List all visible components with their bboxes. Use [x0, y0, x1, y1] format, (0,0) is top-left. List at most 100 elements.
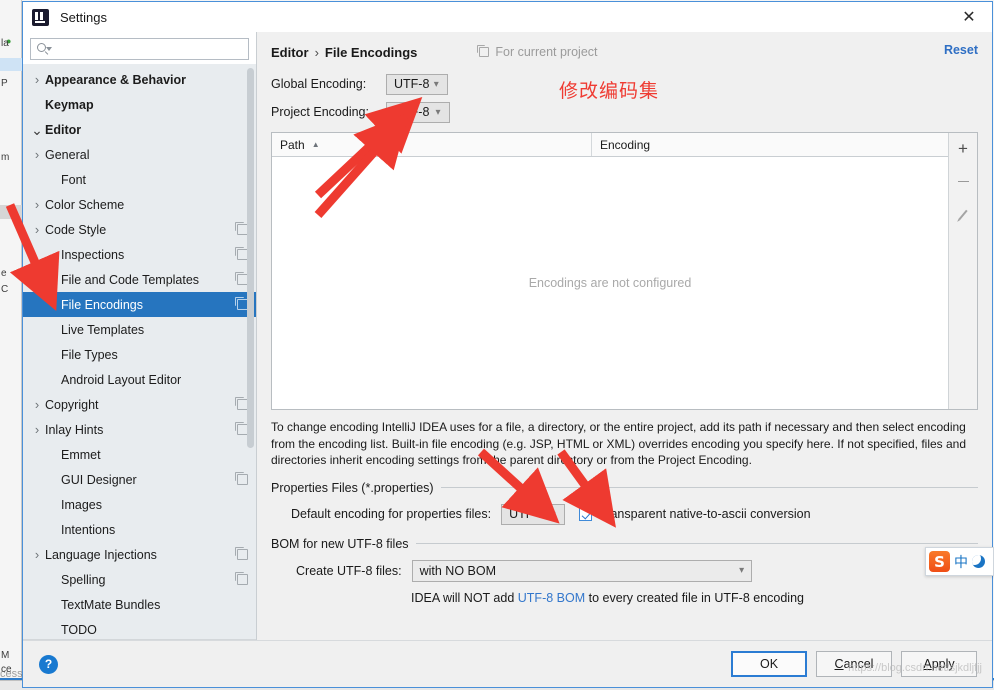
- dialog-body: › Appearance & Behavior Keymap ⌄ Editor › Gene…: [23, 32, 992, 640]
- create-utf8-dropdown[interactable]: with NO BOM ▾: [411, 559, 752, 582]
- breadcrumb-leaf: File Encodings: [324, 44, 418, 60]
- encodings-table-header: Path ▲ Encoding: [272, 133, 948, 157]
- column-header-path[interactable]: Path ▲: [272, 133, 592, 156]
- encodings-table-body[interactable]: Encodings are not configured: [272, 157, 948, 409]
- sidebar-item-label: Appearance & Behavior: [45, 72, 187, 87]
- settings-dialog: Settings ✕ › Appearance & Behavior Keymap ⌄…: [22, 1, 993, 688]
- search-input[interactable]: [50, 40, 248, 58]
- ok-button[interactable]: OK: [731, 651, 807, 677]
- chevron-right-icon[interactable]: ›: [29, 198, 45, 211]
- crescent-moon-icon[interactable]: [972, 555, 985, 568]
- sidebar-search-container: [23, 32, 256, 64]
- chevron-down-icon[interactable]: ⌄: [29, 123, 45, 137]
- copy-icon: [235, 547, 248, 560]
- chevron-right-icon[interactable]: ›: [29, 548, 45, 561]
- ime-mode-label[interactable]: 中: [954, 552, 968, 572]
- add-icon[interactable]: +: [951, 137, 975, 160]
- column-header-path-label: Path: [280, 137, 305, 152]
- sidebar-item-label: Live Templates: [61, 322, 145, 337]
- settings-tree[interactable]: › Appearance & Behavior Keymap ⌄ Editor › Gene…: [23, 64, 256, 639]
- sidebar-item-label: Spelling: [61, 572, 106, 587]
- chevron-right-icon[interactable]: ›: [29, 73, 45, 86]
- chevron-down-icon: ▾: [739, 565, 745, 576]
- sidebar-item-gui-designer[interactable]: GUI Designer: [23, 467, 256, 492]
- encodings-description: To change encoding IntelliJ IDEA uses fo…: [271, 420, 967, 467]
- sidebar-item-textmate-bundles[interactable]: TextMate Bundles: [23, 592, 256, 617]
- sidebar-item-android-layout-editor[interactable]: Android Layout Editor: [23, 367, 256, 392]
- sidebar-item-inspections[interactable]: Inspections: [23, 242, 256, 267]
- transparent-native-to-ascii-checkbox[interactable]: Transparent native-to-ascii conversion: [579, 507, 811, 521]
- project-encoding-dropdown[interactable]: UTF-8 ▾: [386, 101, 450, 123]
- close-icon[interactable]: ✕: [946, 2, 992, 32]
- breadcrumb-root[interactable]: Editor: [271, 45, 309, 60]
- sidebar-item-editor[interactable]: ⌄ Editor: [23, 117, 256, 142]
- sidebar-item-appearance-behavior[interactable]: › Appearance & Behavior: [23, 67, 256, 92]
- sidebar-item-font[interactable]: Font: [23, 167, 256, 192]
- bom-section-title: BOM for new UTF-8 files: [271, 536, 409, 551]
- chinese-annotation-note: 修改编码集: [559, 80, 660, 102]
- remove-icon[interactable]: [951, 170, 975, 193]
- column-header-encoding-label: Encoding: [600, 137, 651, 152]
- column-header-encoding[interactable]: Encoding: [592, 133, 948, 156]
- properties-files-section-title: Properties Files (*.properties): [271, 480, 434, 495]
- sidebar-item-live-templates[interactable]: Live Templates: [23, 317, 256, 342]
- sidebar-item-file-and-code-templates[interactable]: File and Code Templates: [23, 267, 256, 292]
- edit-pencil-icon[interactable]: [951, 203, 975, 226]
- sidebar-item-images[interactable]: Images: [23, 492, 256, 517]
- help-icon[interactable]: ?: [39, 654, 58, 674]
- create-utf8-value: with NO BOM: [419, 563, 496, 578]
- sidebar-item-intentions[interactable]: Intentions: [23, 517, 256, 542]
- sidebar-item-label: TextMate Bundles: [61, 597, 161, 612]
- properties-encoding-dropdown[interactable]: UTF-8 ▾: [501, 503, 566, 525]
- sidebar-item-emmet[interactable]: Emmet: [23, 442, 256, 467]
- chevron-right-icon[interactable]: ›: [29, 398, 45, 411]
- sogou-logo-icon: S: [929, 551, 950, 572]
- dialog-footer: ? OK Cancel Apply: [23, 640, 992, 687]
- sidebar-item-general[interactable]: › General: [23, 142, 256, 167]
- sogou-ime-bar[interactable]: S 中: [925, 547, 994, 576]
- copy-icon: [235, 572, 248, 585]
- project-encoding-label: Project Encoding:: [271, 105, 369, 119]
- section-divider: [415, 543, 978, 544]
- sidebar-item-label: TODO: [61, 622, 97, 637]
- sidebar-item-color-scheme[interactable]: › Color Scheme: [23, 192, 256, 217]
- dialog-title: Settings: [60, 9, 107, 25]
- background-left-strip: ● la P m e C M ce: [0, 0, 22, 690]
- watermark: https://blog.csdn.net/sjkdljfjj: [848, 662, 982, 674]
- sidebar-item-file-types[interactable]: File Types: [23, 342, 256, 367]
- global-encoding-value: UTF-8: [394, 77, 430, 91]
- sidebar-item-label: File and Code Templates: [61, 272, 200, 287]
- bom-note-suffix: to every created file in UTF-8 encoding: [585, 590, 804, 605]
- copy-icon: [477, 45, 490, 57]
- for-current-project-text: For current project: [495, 45, 598, 59]
- search-box[interactable]: [30, 38, 249, 60]
- sidebar-item-language-injections[interactable]: › Language Injections: [23, 542, 256, 567]
- background-text-fragment: e: [1, 268, 7, 279]
- chevron-right-icon[interactable]: ›: [29, 423, 45, 436]
- global-encoding-dropdown[interactable]: UTF-8 ▾: [386, 73, 448, 95]
- sidebar-item-label: Editor: [45, 122, 82, 137]
- checkbox-checked-icon: [579, 507, 593, 521]
- reset-link[interactable]: Reset: [944, 43, 978, 57]
- background-selected-row: [0, 58, 22, 71]
- chevron-right-icon[interactable]: ›: [29, 223, 45, 236]
- sidebar-item-keymap[interactable]: Keymap: [23, 92, 256, 117]
- sidebar-scrollbar[interactable]: [247, 68, 254, 448]
- sidebar-item-inlay-hints[interactable]: › Inlay Hints: [23, 417, 256, 442]
- breadcrumb-row: Editor › File Encodings For current projec…: [271, 34, 978, 70]
- sidebar-item-copyright[interactable]: › Copyright: [23, 392, 256, 417]
- chevron-down-icon: ▾: [433, 78, 439, 90]
- create-utf8-label: Create UTF-8 files:: [296, 563, 402, 578]
- sidebar-item-todo[interactable]: TODO: [23, 617, 256, 639]
- properties-encoding-row: Default encoding for properties files: U…: [271, 503, 978, 525]
- chevron-down-icon: ▾: [435, 106, 441, 118]
- sidebar-item-label: Android Layout Editor: [61, 372, 182, 387]
- chevron-right-icon[interactable]: ›: [29, 148, 45, 161]
- bom-note-link[interactable]: UTF-8 BOM: [518, 591, 585, 605]
- global-encoding-label: Global Encoding:: [271, 77, 367, 91]
- sidebar-item-code-style[interactable]: › Code Style: [23, 217, 256, 242]
- sidebar-item-label: Font: [61, 172, 87, 187]
- sidebar-item-file-encodings[interactable]: File Encodings: [23, 292, 256, 317]
- transparent-checkbox-label: Transparent native-to-ascii conversion: [599, 507, 811, 521]
- sidebar-item-spelling[interactable]: Spelling: [23, 567, 256, 592]
